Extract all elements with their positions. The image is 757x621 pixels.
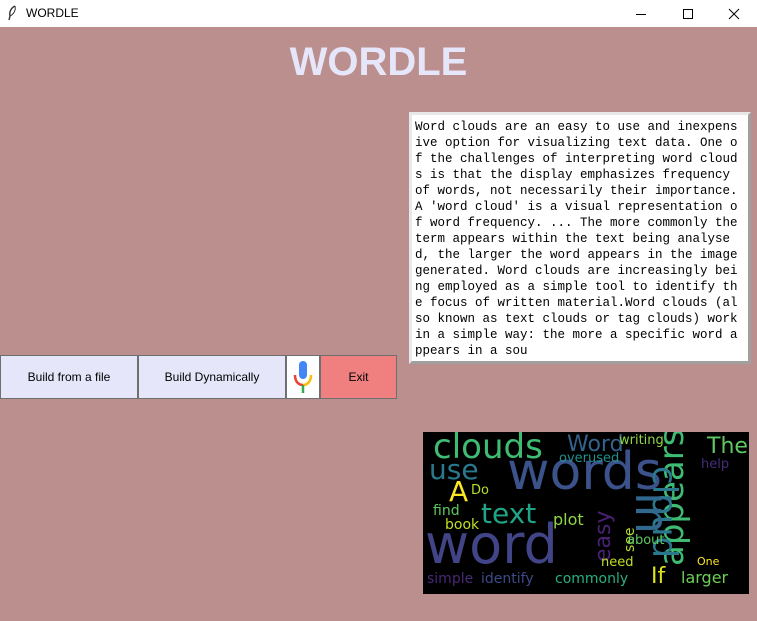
microphone-icon [293,361,313,393]
cloud-word: larger [681,568,729,587]
maximize-button[interactable] [665,0,711,27]
cloud-word: One [697,555,720,568]
cloud-word: help [701,457,730,472]
window-title: WORDLE [26,6,79,20]
minimize-button[interactable] [618,0,664,27]
page-title: WORDLE [289,40,468,84]
minimize-icon [636,13,646,15]
text-input-area[interactable]: Word clouds are an easy to use and inexp… [409,112,751,364]
cloud-word: about [627,533,665,548]
cloud-word: commonly [555,571,629,587]
build-from-file-button[interactable]: Build from a file [0,355,138,399]
build-dynamically-button[interactable]: Build Dynamically [138,355,286,399]
cloud-word: word [425,513,558,576]
exit-button[interactable]: Exit [320,355,397,399]
feather-icon [8,5,16,21]
cloud-word: overused [559,451,620,466]
close-button[interactable] [711,0,757,27]
cloud-word: need [601,555,634,570]
cloud-word: A [449,475,469,508]
microphone-button[interactable] [286,355,320,399]
close-icon [728,8,740,19]
cloud-word: The [707,434,748,459]
maximize-icon [683,8,693,19]
text-content[interactable]: Word clouds are an easy to use and inexp… [415,119,745,359]
window-titlebar: WORDLE [0,0,757,27]
cloud-word: identify [481,571,534,587]
cloud-word: If [651,564,666,589]
cloud-word: simple [427,571,474,587]
cloud-word: Do [471,483,489,498]
word-cloud-image: clouds Word writing The use words overus… [423,432,749,594]
